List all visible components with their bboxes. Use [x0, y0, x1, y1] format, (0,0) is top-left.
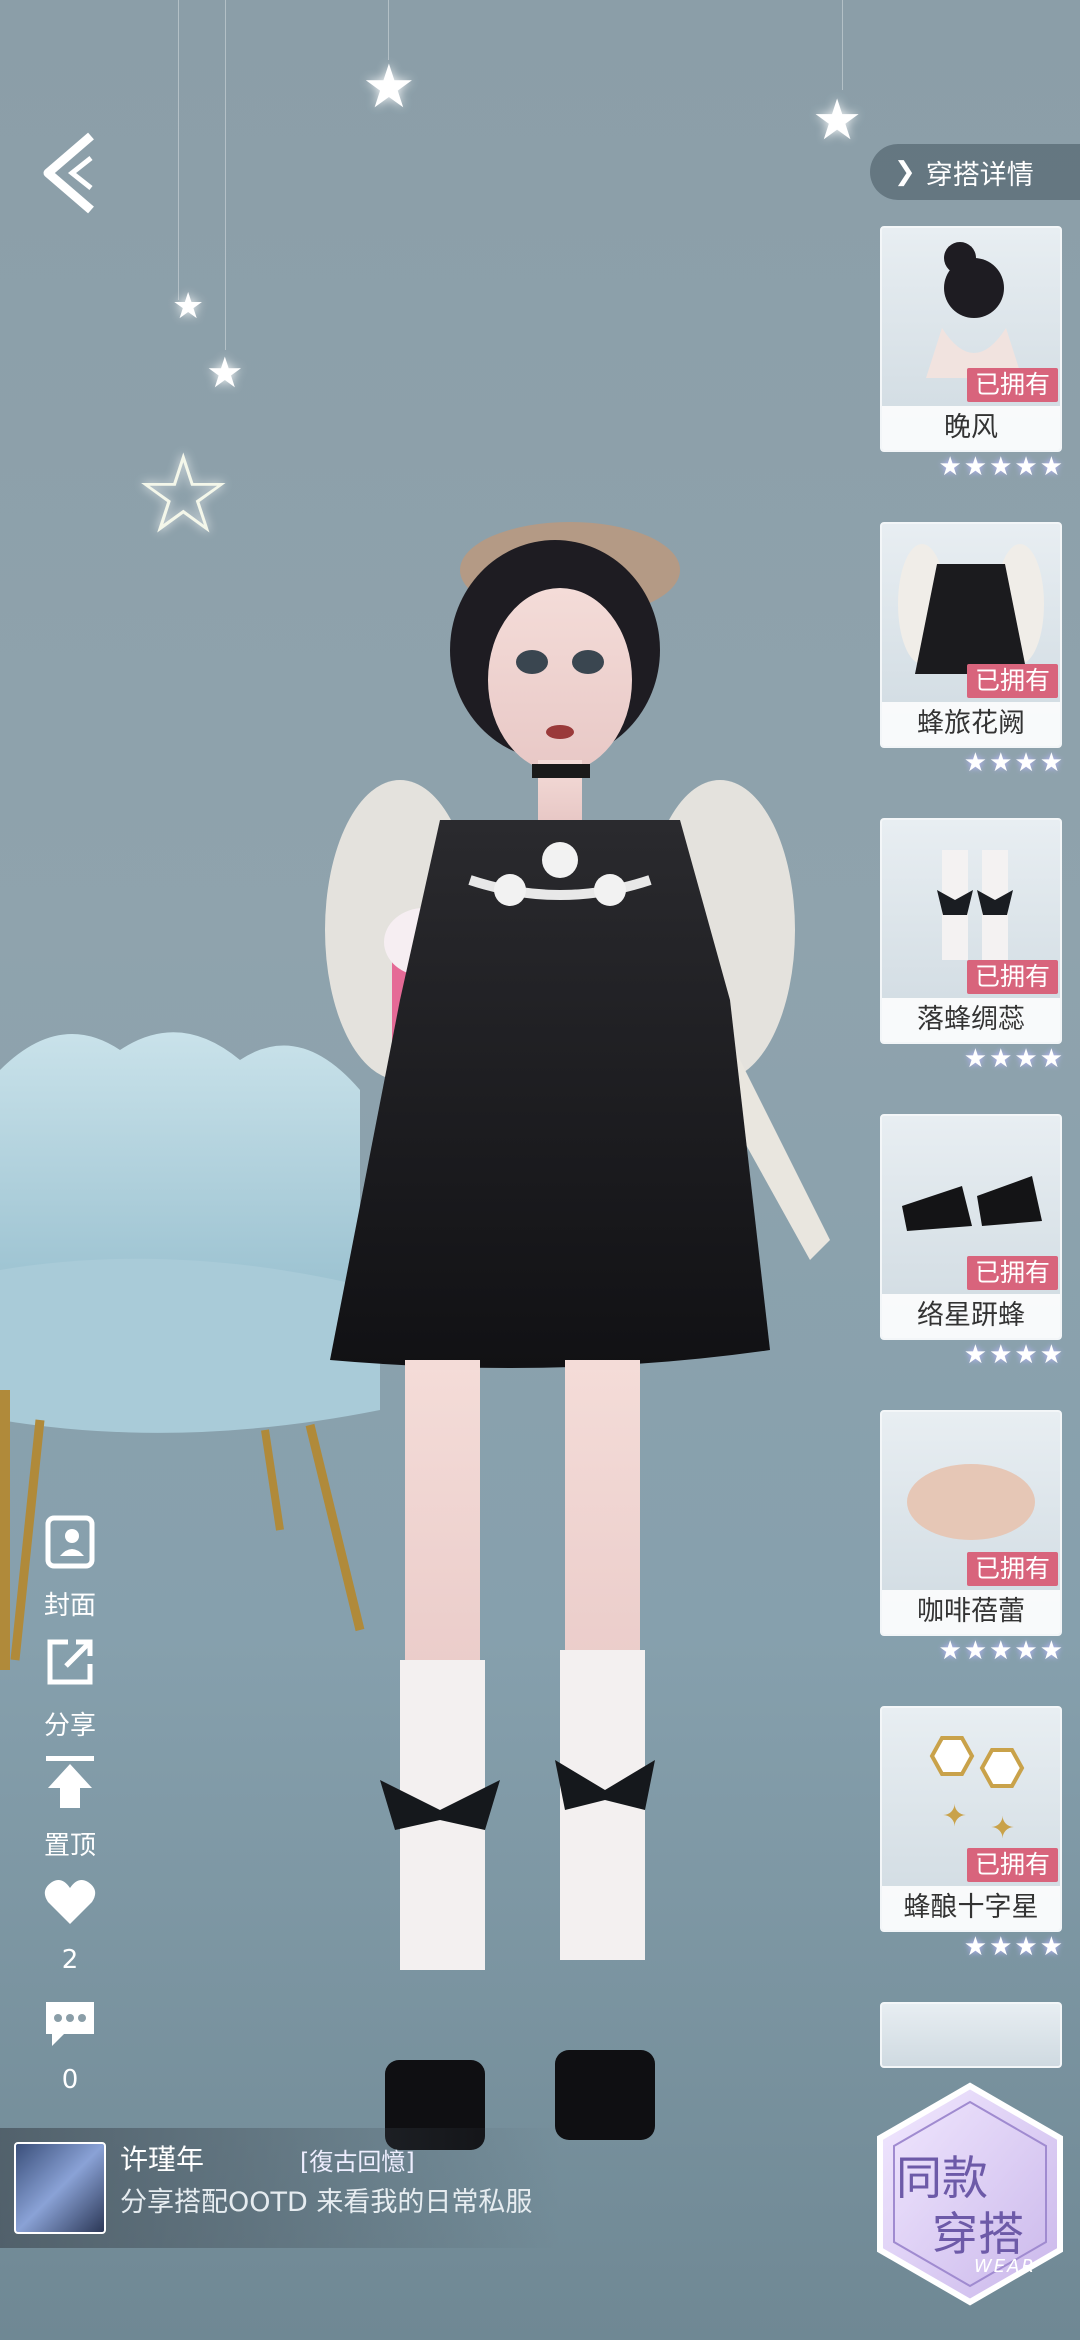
- item-name: 咖啡蓓蕾: [882, 1590, 1060, 1634]
- pin-top-icon: [46, 1756, 94, 1808]
- author-bar[interactable]: 许瑾年 [復古回憶] 分享搭配OOTD 来看我的日常私服: [0, 2128, 560, 2248]
- owned-badge: 已拥有: [966, 1848, 1058, 1882]
- outfit-scene: ★ ★ ★ ★ ☆ ❯ 穿搭详情 已拥有 晚风 ★★★★★ 已拥有 蜂旅花阙 ★…: [0, 0, 1080, 2340]
- owned-badge: 已拥有: [966, 960, 1058, 994]
- item-name: 蜂酿十字星: [882, 1886, 1060, 1930]
- item-card[interactable]: [880, 2002, 1062, 2068]
- star-decoration: ★: [206, 348, 244, 397]
- rarity-stars: ★★★★: [963, 1932, 1065, 1962]
- pin-label: 置顶: [43, 1831, 96, 1861]
- star-decoration: ☆: [134, 430, 233, 558]
- star-decoration: ★: [362, 52, 416, 122]
- item-card[interactable]: 已拥有 络星趼蜂: [880, 1114, 1062, 1340]
- pin-button[interactable]: 置顶: [30, 1752, 110, 1862]
- item-name: 络星趼蜂: [882, 1294, 1060, 1338]
- owned-badge: 已拥有: [966, 368, 1058, 402]
- star-decoration: ★: [812, 88, 863, 153]
- like-count: 2: [61, 1945, 79, 1975]
- back-arrow-icon[interactable]: [36, 128, 106, 218]
- share-label: 分享: [43, 1711, 96, 1741]
- post-description: 分享搭配OOTD 来看我的日常私服: [120, 2187, 533, 2218]
- chevron-right-icon: ❯: [894, 157, 916, 187]
- item-card[interactable]: 已拥有 晚风: [880, 226, 1062, 452]
- rarity-stars: ★★★★: [963, 1044, 1065, 1074]
- avatar[interactable]: [14, 2142, 106, 2234]
- item-name: 蜂旅花阙: [882, 702, 1060, 746]
- share-button[interactable]: 分享: [30, 1632, 110, 1742]
- owned-badge: 已拥有: [966, 1552, 1058, 1586]
- post-tag: [復古回憶]: [300, 2148, 415, 2176]
- owned-badge: 已拥有: [966, 664, 1058, 698]
- same-outfit-button[interactable]: 同款 穿搭 WEAR: [870, 2080, 1070, 2310]
- svg-text:✦: ✦: [990, 1811, 1015, 1846]
- portrait-icon: [45, 1515, 95, 1569]
- item-name: 晚风: [882, 406, 1060, 450]
- item-card[interactable]: 已拥有 咖啡蓓蕾: [880, 1410, 1062, 1636]
- star-decoration: ★: [172, 286, 205, 327]
- same-outfit-line2: 穿搭: [932, 2207, 1024, 2261]
- comment-button[interactable]: 0: [30, 1992, 110, 2095]
- item-card[interactable]: ✦ ✦ 已拥有 蜂酿十字星: [880, 1706, 1062, 1932]
- cover-button[interactable]: 封面: [30, 1512, 110, 1622]
- username[interactable]: 许瑾年: [120, 2138, 204, 2178]
- item-card[interactable]: 已拥有 蜂旅花阙: [880, 522, 1062, 748]
- like-button[interactable]: 2: [30, 1872, 110, 1975]
- rarity-stars: ★★★★: [963, 748, 1065, 778]
- same-outfit-sub: WEAR: [974, 2256, 1036, 2277]
- heart-icon: [44, 1880, 96, 1924]
- comment-icon: [46, 2002, 94, 2046]
- cover-label: 封面: [43, 1591, 96, 1621]
- outfit-details-button[interactable]: ❯ 穿搭详情: [870, 144, 1080, 200]
- owned-badge: 已拥有: [966, 1256, 1058, 1290]
- rarity-stars: ★★★★★: [938, 452, 1065, 482]
- comment-count: 0: [61, 2065, 79, 2095]
- svg-text:✦: ✦: [942, 1799, 967, 1834]
- item-name: 落蜂绸蕊: [882, 998, 1060, 1042]
- share-icon: [47, 1639, 93, 1685]
- character-illustration: [325, 522, 830, 2150]
- rarity-stars: ★★★★: [963, 1340, 1065, 1370]
- outfit-details-label: 穿搭详情: [925, 159, 1034, 191]
- rarity-stars: ★★★★★: [938, 1636, 1065, 1666]
- item-card[interactable]: 已拥有 落蜂绸蕊: [880, 818, 1062, 1044]
